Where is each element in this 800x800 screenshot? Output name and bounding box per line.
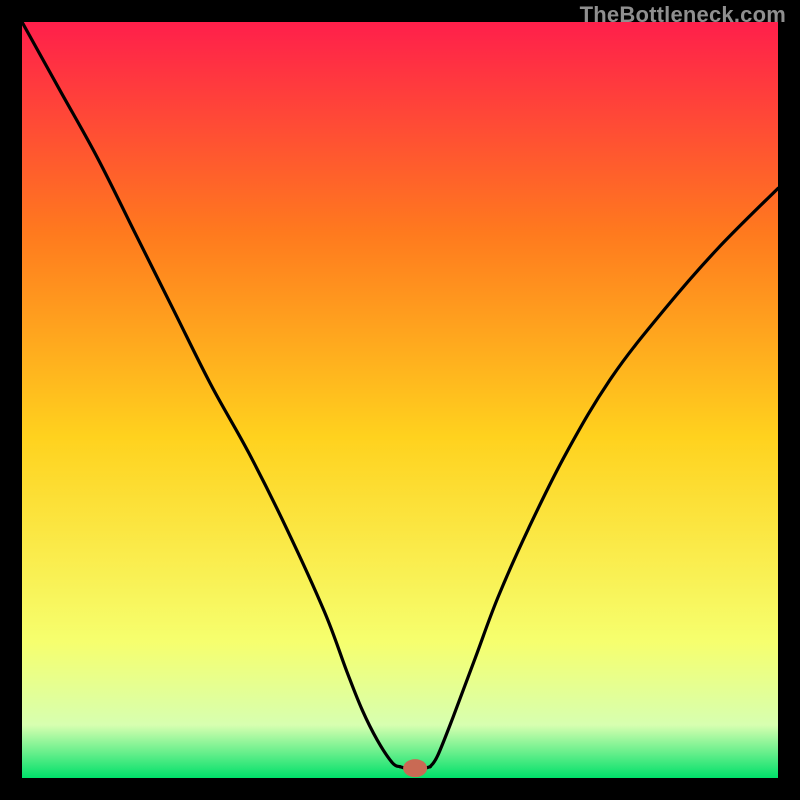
bottleneck-chart <box>22 22 778 778</box>
chart-frame <box>22 22 778 778</box>
optimal-point-marker <box>403 759 427 777</box>
gradient-background <box>22 22 778 778</box>
